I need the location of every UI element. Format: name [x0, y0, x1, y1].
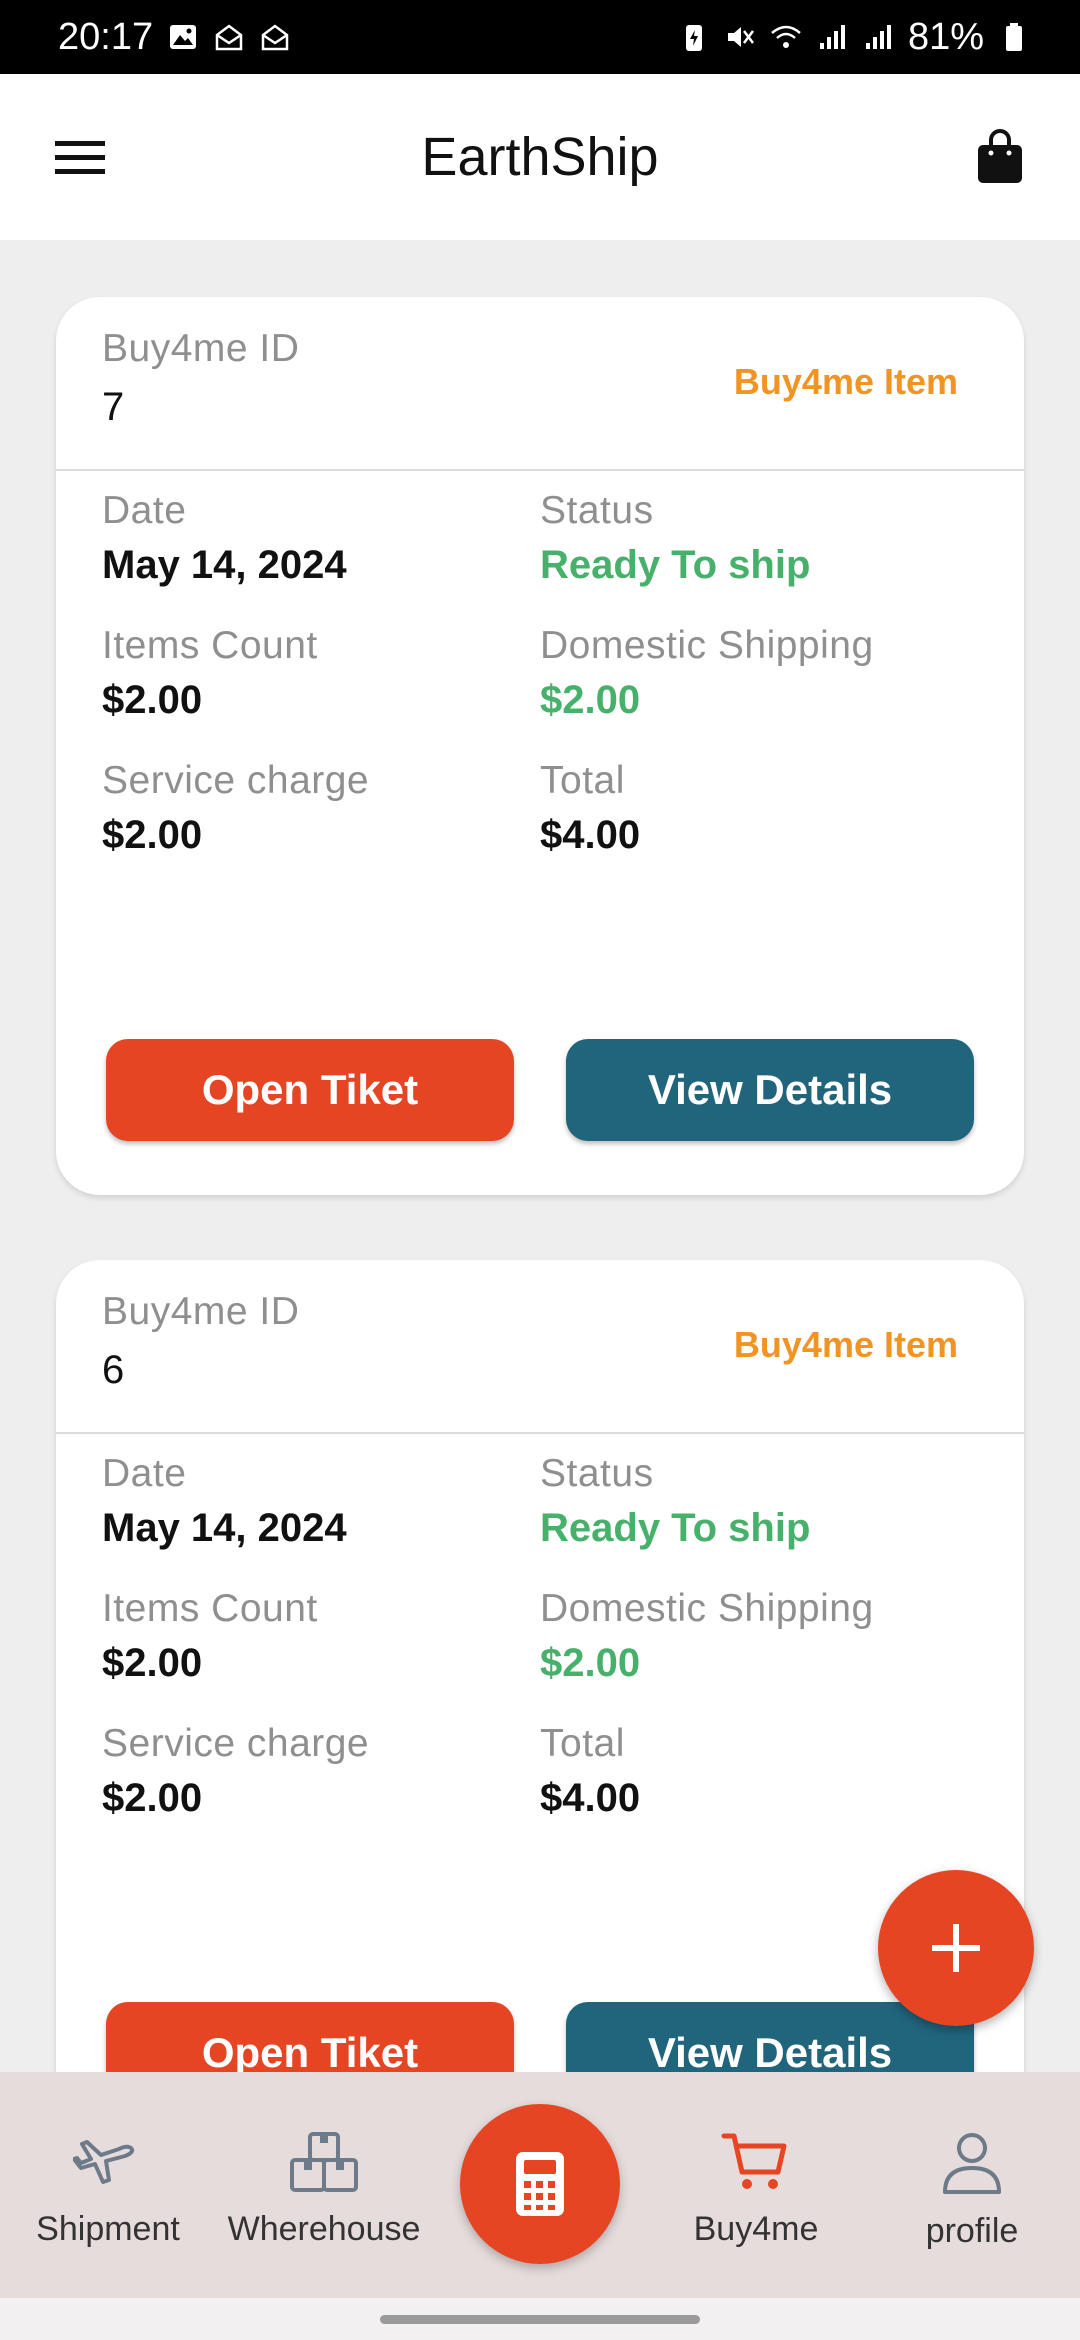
items-count-field: Items Count $2.00 — [102, 624, 540, 723]
user-icon — [943, 2133, 1001, 2194]
calculator-icon — [516, 2152, 564, 2216]
order-type-badge: Buy4me Item — [733, 1324, 958, 1365]
menu-button[interactable] — [50, 127, 110, 187]
total-value: $4.00 — [540, 813, 641, 857]
nav-item-wherehouse[interactable]: Wherehouse — [224, 2130, 424, 2249]
status-value: Ready To ship — [540, 543, 811, 587]
service-charge-value: $2.00 — [102, 1776, 203, 1820]
items-count-field: Items Count $2.00 — [102, 1587, 540, 1686]
date-field: Date May 14, 2024 — [102, 1452, 540, 1551]
nav-label-shipment: Shipment — [36, 2210, 180, 2248]
cart-icon — [721, 2133, 787, 2189]
battery-icon — [1006, 23, 1022, 51]
items-count-value: $2.00 — [102, 1641, 203, 1685]
add-button[interactable] — [878, 1870, 1034, 2026]
total-label: Total — [540, 1722, 625, 1765]
status-bar: 20:17 81% — [0, 0, 1080, 74]
nav-label-buy4me: Buy4me — [693, 2210, 819, 2248]
signal-icon-2 — [865, 25, 891, 49]
total-field: Total $4.00 — [540, 1722, 978, 1821]
status-time: 20:17 — [58, 15, 154, 58]
app-bar: EarthShip — [0, 74, 1080, 240]
items-count-label: Items Count — [102, 624, 318, 667]
open-ticket-button[interactable]: Open Tiket — [106, 1039, 514, 1141]
domestic-shipping-field: Domestic Shipping $2.00 — [540, 624, 978, 723]
nav-label-wherehouse: Wherehouse — [227, 2210, 421, 2248]
mail-notification-icon-2 — [261, 24, 289, 51]
date-label: Date — [102, 1452, 187, 1495]
order-details-grid: Date May 14, 2024 Status Ready To ship I… — [56, 471, 1024, 858]
date-label: Date — [102, 489, 187, 532]
nav-label-profile: profile — [925, 2212, 1019, 2250]
items-count-label: Items Count — [102, 1587, 318, 1630]
status-value: Ready To ship — [540, 1506, 811, 1550]
plus-icon — [932, 1924, 980, 1972]
total-value: $4.00 — [540, 1776, 641, 1820]
app-title: EarthShip — [421, 127, 659, 187]
domestic-shipping-label: Domestic Shipping — [540, 624, 874, 667]
airplane-icon — [73, 2140, 135, 2184]
items-count-value: $2.00 — [102, 678, 203, 722]
orders-list[interactable]: Buy4me ID 7 Buy4me Item Date May 14, 202… — [0, 240, 1080, 2072]
bottom-nav: Shipment Wherehouse Buy4me profile — [0, 2072, 1080, 2298]
service-charge-label: Service charge — [102, 759, 370, 802]
nav-item-buy4me[interactable]: Buy4me — [656, 2130, 856, 2249]
order-type-badge: Buy4me Item — [733, 361, 958, 402]
order-card-header: Buy4me ID 6 Buy4me Item — [56, 1260, 1024, 1434]
calculator-button[interactable] — [460, 2104, 620, 2264]
boxes-icon — [290, 2132, 358, 2192]
status-left: 20:17 — [58, 16, 291, 59]
battery-saver-icon — [685, 25, 702, 51]
nav-item-profile[interactable]: profile — [872, 2130, 1072, 2251]
status-field: Status Ready To ship — [540, 1452, 978, 1551]
cart-bag-button[interactable] — [970, 127, 1030, 187]
date-value: May 14, 2024 — [102, 1506, 347, 1550]
mute-icon — [727, 27, 754, 47]
view-details-button[interactable]: View Details — [566, 1039, 974, 1141]
signal-icon — [819, 25, 845, 49]
service-charge-field: Service charge $2.00 — [102, 759, 540, 858]
mail-notification-icon — [215, 24, 243, 51]
gesture-bar — [0, 2298, 1080, 2340]
date-value: May 14, 2024 — [102, 543, 347, 587]
service-charge-value: $2.00 — [102, 813, 203, 857]
service-charge-label: Service charge — [102, 1722, 370, 1765]
order-details-grid: Date May 14, 2024 Status Ready To ship I… — [56, 1434, 1024, 1821]
order-card: Buy4me ID 7 Buy4me Item Date May 14, 202… — [56, 297, 1024, 1195]
gallery-notification-icon — [170, 25, 197, 49]
date-field: Date May 14, 2024 — [102, 489, 540, 588]
status-label: Status — [540, 489, 654, 532]
status-label: Status — [540, 1452, 654, 1495]
total-label: Total — [540, 759, 625, 802]
nav-item-shipment[interactable]: Shipment — [8, 2130, 208, 2249]
domestic-shipping-label: Domestic Shipping — [540, 1587, 874, 1630]
order-actions: Open Tiket View Details — [106, 1039, 974, 1141]
open-ticket-button[interactable]: Open Tiket — [106, 2002, 514, 2072]
domestic-shipping-field: Domestic Shipping $2.00 — [540, 1587, 978, 1686]
battery-percent: 81% — [907, 15, 984, 58]
hamburger-menu-icon — [55, 141, 105, 174]
total-field: Total $4.00 — [540, 759, 978, 858]
home-gesture-handle[interactable] — [380, 2315, 700, 2324]
status-field: Status Ready To ship — [540, 489, 978, 588]
order-actions: Open Tiket View Details — [106, 2002, 974, 2072]
status-right: 81% — [678, 16, 1030, 59]
domestic-shipping-value: $2.00 — [540, 678, 641, 722]
order-card-header: Buy4me ID 7 Buy4me Item — [56, 297, 1024, 471]
shopping-bag-icon — [978, 129, 1022, 183]
wifi-icon — [771, 25, 801, 48]
domestic-shipping-value: $2.00 — [540, 1641, 641, 1685]
service-charge-field: Service charge $2.00 — [102, 1722, 540, 1821]
